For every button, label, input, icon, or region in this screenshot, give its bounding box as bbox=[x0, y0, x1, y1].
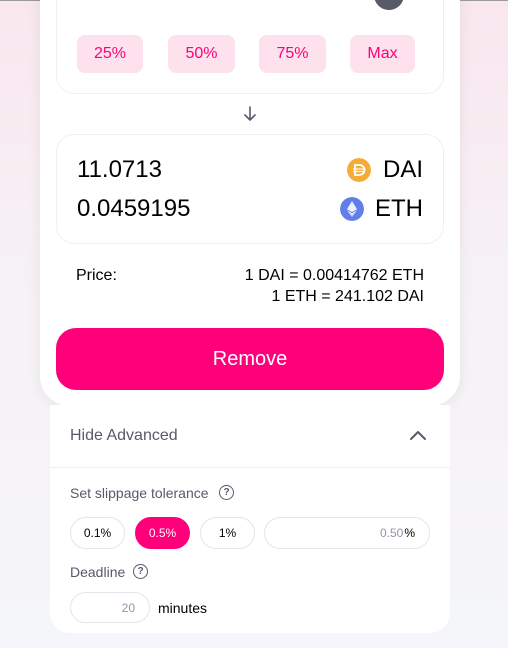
slippage-custom-input[interactable]: 0.50% bbox=[264, 517, 430, 549]
token-a-symbol: DAI bbox=[382, 156, 423, 183]
slippage-option-1[interactable]: 1% bbox=[200, 517, 255, 549]
hide-advanced-toggle[interactable]: Hide Advanced bbox=[70, 427, 178, 445]
deadline-placeholder: 20 bbox=[121, 600, 135, 615]
price-dai-eth: 1 DAI = 0.00414762 ETH bbox=[244, 267, 424, 284]
token-a-amount: 11.0713 bbox=[77, 156, 162, 183]
question-icon[interactable]: ? bbox=[133, 564, 148, 579]
output-amounts-panel bbox=[56, 134, 444, 244]
slippage-label: Set slippage tolerance bbox=[70, 485, 209, 501]
token-b-amount: 0.0459195 bbox=[77, 195, 191, 222]
dai-icon bbox=[347, 158, 371, 182]
slippage-option-0-5[interactable]: 0.5% bbox=[135, 517, 190, 549]
remove-button[interactable]: Remove bbox=[56, 328, 444, 390]
question-icon[interactable]: ? bbox=[219, 485, 234, 500]
slippage-option-0-1[interactable]: 0.1% bbox=[70, 517, 125, 549]
price-eth-dai: 1 ETH = 241.102 DAI bbox=[271, 288, 424, 305]
slippage-unit: % bbox=[404, 526, 415, 540]
percent-max-button[interactable]: Max bbox=[350, 35, 415, 73]
percent-25-button[interactable]: 25% bbox=[77, 35, 143, 73]
deadline-unit-label: minutes bbox=[158, 600, 208, 616]
chevron-up-icon[interactable] bbox=[408, 428, 428, 442]
deadline-label: Deadline bbox=[70, 564, 126, 580]
arrow-down-icon bbox=[244, 106, 256, 121]
slippage-custom-placeholder: 0.50 bbox=[379, 526, 404, 540]
percent-50-button[interactable]: 50% bbox=[168, 35, 235, 73]
percent-75-button[interactable]: 75% bbox=[259, 35, 326, 73]
token-b-symbol: ETH bbox=[375, 195, 423, 222]
price-label: Price: bbox=[76, 267, 117, 284]
deadline-input[interactable]: 20 bbox=[70, 592, 150, 623]
advanced-divider bbox=[50, 467, 450, 468]
eth-icon bbox=[340, 197, 364, 221]
